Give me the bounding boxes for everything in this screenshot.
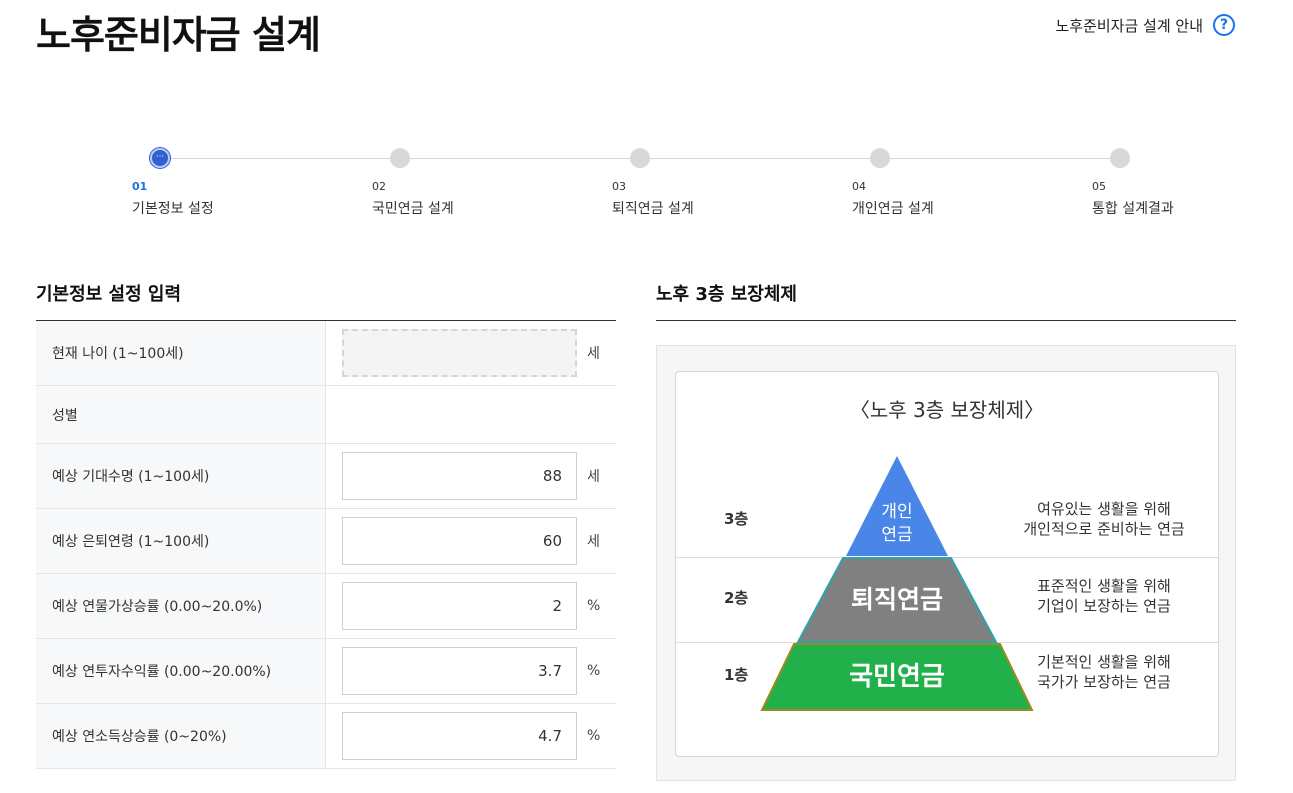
desc-line: 기업이 보장하는 연금	[1037, 597, 1171, 615]
investment-return-input[interactable]	[342, 647, 577, 695]
step-dot	[390, 148, 410, 168]
unit-label: %	[587, 663, 601, 679]
form-section-title: 기본정보 설정 입력	[36, 284, 182, 305]
step-number: 05	[1092, 180, 1106, 193]
step-number: 02	[372, 180, 386, 193]
gender-field[interactable]	[326, 386, 616, 443]
income-growth-input[interactable]	[342, 712, 577, 760]
unit-label: 세	[587, 346, 600, 362]
step-number: 04	[852, 180, 866, 193]
form-label: 성별	[36, 386, 326, 443]
floor-label-1: 1층	[724, 666, 749, 684]
unit-label: %	[587, 728, 601, 744]
step-label: 통합 설계결과	[1092, 201, 1174, 217]
current-age-input[interactable]	[342, 329, 577, 377]
desc-line: 개인적으로 준비하는 연금	[1023, 520, 1185, 538]
form-row-life-expectancy: 예상 기대수명 (1~100세) 세	[36, 444, 616, 509]
step-number: 03	[612, 180, 626, 193]
tier-3-name-line2: 연금	[881, 525, 912, 545]
section-divider	[656, 320, 1236, 321]
form-row-gender: 성별	[36, 386, 616, 444]
form-label: 현재 나이 (1~100세)	[36, 321, 326, 385]
step-label: 퇴직연금 설계	[612, 201, 694, 217]
desc-line: 국가가 보장하는 연금	[1037, 673, 1171, 691]
step-number: 01	[132, 180, 148, 193]
progress-stepper: ··· 01 기본정보 설정 02 국민연금 설계 03 퇴직연금 설계 04 …	[132, 148, 1174, 228]
step-dot	[1110, 148, 1130, 168]
step-label: 개인연금 설계	[852, 201, 934, 217]
floor-label-3: 3층	[724, 510, 749, 528]
tier-2-description: 표준적인 생활을 위해 기업이 보장하는 연금	[994, 576, 1214, 616]
tier-2-name: 퇴직연금	[851, 585, 943, 614]
guide-label: 노후준비자금 설계 안내	[1055, 16, 1203, 35]
retirement-age-input[interactable]	[342, 517, 577, 565]
step-dot	[630, 148, 650, 168]
form-row-inflation-rate: 예상 연물가상승률 (0.00~20.0%) %	[36, 574, 616, 639]
desc-line: 표준적인 생활을 위해	[1037, 577, 1171, 595]
pyramid-section-title: 노후 3층 보장체제	[656, 284, 797, 305]
form-label: 예상 은퇴연령 (1~100세)	[36, 509, 326, 573]
pyramid-diagram: 개인 연금 퇴직연금 국민연금	[760, 456, 1034, 711]
desc-line: 여유있는 생활을 위해	[1037, 500, 1171, 518]
step-dot	[870, 148, 890, 168]
form-label: 예상 연투자수익률 (0.00~20.00%)	[36, 639, 326, 703]
page-title: 노후준비자금 설계	[36, 13, 321, 57]
help-icon[interactable]: ?	[1213, 14, 1235, 36]
form-label: 예상 기대수명 (1~100세)	[36, 444, 326, 508]
desc-line: 기본적인 생활을 위해	[1037, 653, 1171, 671]
guide-link[interactable]: 노후준비자금 설계 안내 ?	[1055, 14, 1235, 36]
tier-3-description: 여유있는 생활을 위해 개인적으로 준비하는 연금	[994, 499, 1214, 539]
step-label: 국민연금 설계	[372, 201, 454, 217]
tier-3-name-line1: 개인	[881, 502, 912, 522]
pyramid-figure: 〈노후 3층 보장체제〉 개인 연금 퇴직연금 국민연금 3층 2층 1층 여유…	[675, 371, 1219, 757]
basic-info-form: 현재 나이 (1~100세) 세 성별 예상 기대수명 (1~100세) 세 예…	[36, 320, 616, 769]
form-row-investment-return: 예상 연투자수익률 (0.00~20.00%) %	[36, 639, 616, 704]
step-dot-active: ···	[150, 148, 170, 168]
pyramid-panel: 〈노후 3층 보장체제〉 개인 연금 퇴직연금 국민연금 3층 2층 1층 여유…	[656, 345, 1236, 781]
unit-label: %	[587, 598, 601, 614]
unit-label: 세	[587, 534, 600, 550]
form-label: 예상 연물가상승률 (0.00~20.0%)	[36, 574, 326, 638]
form-row-retirement-age: 예상 은퇴연령 (1~100세) 세	[36, 509, 616, 574]
form-row-income-growth: 예상 연소득상승률 (0~20%) %	[36, 704, 616, 769]
form-label: 예상 연소득상승률 (0~20%)	[36, 704, 326, 768]
form-row-current-age: 현재 나이 (1~100세) 세	[36, 321, 616, 386]
life-expectancy-input[interactable]	[342, 452, 577, 500]
tier-1-description: 기본적인 생활을 위해 국가가 보장하는 연금	[994, 652, 1214, 692]
step-label: 기본정보 설정	[132, 201, 214, 217]
tier-1-name: 국민연금	[849, 662, 945, 692]
inflation-rate-input[interactable]	[342, 582, 577, 630]
unit-label: 세	[587, 469, 600, 485]
floor-label-2: 2층	[724, 589, 749, 607]
